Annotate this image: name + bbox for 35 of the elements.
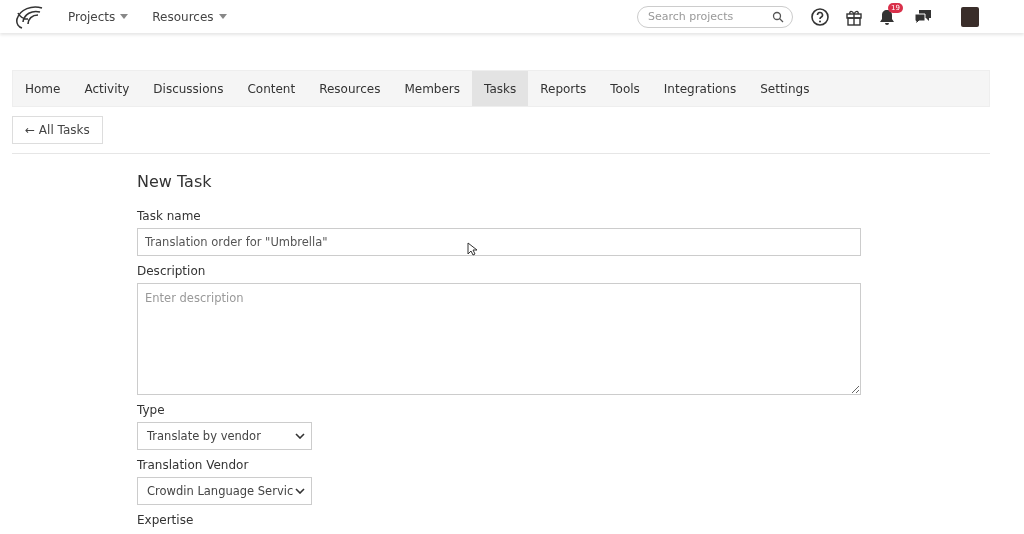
form-title: New Task [137,172,213,191]
description-input[interactable]: Enter description [137,283,861,395]
mouse-cursor-icon [467,242,477,256]
help-icon[interactable] [811,7,829,26]
caret-icon [120,14,129,19]
nav-tab[interactable]: Activity [72,71,142,106]
dropdown[interactable]: Crowdin Language Servic [137,477,312,505]
field-label: Expertise [137,513,195,527]
avatar[interactable] [961,6,979,27]
nav-tab[interactable]: Integrations [651,71,749,106]
nav-tab[interactable]: Settings [748,71,822,106]
nav-tab[interactable]: Resources [307,71,393,106]
field-label: Translation Vendor [137,458,250,472]
dropdown[interactable]: Translate by vendor [137,422,312,450]
nav-tab[interactable]: Home [13,71,73,106]
logo-icon[interactable] [14,4,44,29]
nav-tab[interactable]: Tasks [472,71,529,106]
caret-icon [218,14,227,19]
chat-icon[interactable] [913,7,933,26]
nav-menu[interactable]: Resources [152,9,227,24]
field-label: Description [137,264,207,278]
text-input[interactable]: Translation order for "Umbrella" [137,228,861,256]
field-label: Type [137,403,166,417]
search-icon[interactable] [772,10,784,23]
nav-tab[interactable]: Discussions [141,71,236,106]
nav-tab[interactable]: Tools [598,71,652,106]
nav-tab[interactable]: Reports [528,71,599,106]
field-label: Task name [137,209,202,223]
nav-menu[interactable]: Projects [68,9,129,24]
nav-tab[interactable]: Members [392,71,473,106]
search-field[interactable]: Search projects [637,5,793,28]
back-button[interactable]: ← All Tasks [12,116,103,144]
nav-tab[interactable]: Content [235,71,308,106]
chevron-down-icon [295,433,305,439]
chevron-down-icon [295,488,305,494]
